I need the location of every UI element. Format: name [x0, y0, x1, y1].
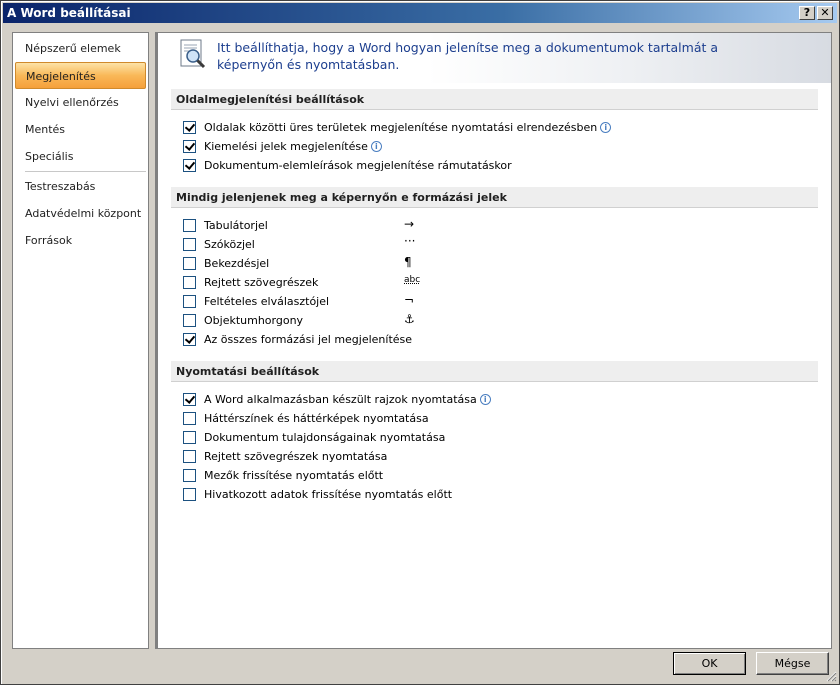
checkbox[interactable] [183, 487, 196, 501]
panel-header: Itt beállíthatja, hogy a Word hogyan jel… [158, 33, 831, 83]
info-icon: i [479, 393, 491, 405]
settings-panel: Itt beállíthatja, hogy a Word hogyan jel… [155, 32, 832, 649]
option-label: Dokumentum-elemleírások megjelenítése rá… [204, 158, 512, 172]
option-label: Objektumhorgony [204, 313, 304, 327]
checkbox[interactable] [183, 313, 196, 327]
option-space-mark[interactable]: Szóközjel [183, 235, 255, 253]
window-title: A Word beállításai [7, 6, 131, 20]
close-button[interactable]: ✕ [817, 6, 833, 20]
option-label: Feltételes elválasztójel [204, 294, 330, 308]
checkbox[interactable] [183, 430, 196, 444]
option-label: Mezők frissítése nyomtatás előtt [204, 468, 384, 482]
sidebar-item-forrasok[interactable]: Források [13, 227, 148, 254]
checkbox[interactable] [183, 158, 196, 172]
sidebar-item-mentes[interactable]: Mentés [13, 116, 148, 143]
checkbox[interactable] [183, 332, 196, 346]
option-print-hidden-text[interactable]: Rejtett szövegrészek nyomtatása [183, 447, 387, 465]
sidebar: Népszerű elemek Megjelenítés Nyelvi elle… [12, 32, 149, 649]
option-label: Szóközjel [204, 237, 255, 251]
options-dialog: A Word beállításai ? ✕ Népszerű elemek M… [0, 0, 840, 685]
checkbox[interactable] [183, 275, 196, 289]
option-label: A Word alkalmazásban készült rajzok nyom… [204, 392, 477, 406]
section-title-page-display: Oldalmegjelenítési beállítások [171, 89, 818, 110]
ok-button[interactable]: OK [673, 652, 746, 675]
magnifier-page-icon [180, 39, 206, 69]
option-all-marks[interactable]: Az összes formázási jel megjelenítése [183, 330, 412, 348]
checkbox[interactable] [183, 218, 196, 232]
resize-grip-icon[interactable] [825, 670, 837, 682]
cancel-button[interactable]: Mégse [756, 652, 829, 675]
option-label: Oldalak közötti üres területek megjelení… [204, 120, 598, 134]
checkbox[interactable] [183, 294, 196, 308]
checkbox[interactable] [183, 237, 196, 251]
option-whitespace[interactable]: Oldalak közötti üres területek megjelení… [183, 118, 612, 136]
option-update-linked-data[interactable]: Hivatkozott adatok frissítése nyomtatás … [183, 485, 452, 503]
option-paragraph-mark[interactable]: Bekezdésjel [183, 254, 269, 272]
checkbox[interactable] [183, 411, 196, 425]
option-tab-mark[interactable]: Tabulátorjel [183, 216, 268, 234]
help-button[interactable]: ? [799, 6, 815, 20]
option-label: Kiemelési jelek megjelenítése [204, 139, 368, 153]
anchor-icon: ⚓ [404, 312, 415, 326]
checkbox[interactable] [183, 449, 196, 463]
section-title-printing: Nyomtatási beállítások [171, 361, 818, 382]
checkbox[interactable] [183, 256, 196, 270]
sidebar-item-adatvedelmi[interactable]: Adatvédelmi központ [13, 200, 148, 227]
hidden-text-icon: abc [404, 275, 421, 285]
not-sign-icon: ¬ [404, 293, 415, 307]
option-hidden-text[interactable]: Rejtett szövegrészek [183, 273, 318, 291]
option-optional-hyphen[interactable]: Feltételes elválasztójel [183, 292, 329, 310]
pilcrow-icon: ¶ [404, 255, 412, 269]
title-bar: A Word beállításai ? ✕ [3, 3, 837, 23]
info-icon: i [600, 121, 612, 133]
sidebar-item-nyelvi[interactable]: Nyelvi ellenőrzés [13, 89, 148, 116]
section-title-formatting-marks: Mindig jelenjenek meg a képernyőn e form… [171, 187, 818, 208]
option-label: Hivatkozott adatok frissítése nyomtatás … [204, 487, 453, 501]
checkbox[interactable] [183, 392, 196, 406]
option-label: Tabulátorjel [204, 218, 268, 232]
option-tooltips[interactable]: Dokumentum-elemleírások megjelenítése rá… [183, 156, 512, 174]
option-print-background[interactable]: Háttérszínek és háttérképek nyomtatása [183, 409, 429, 427]
sidebar-item-megjelenites[interactable]: Megjelenítés [15, 62, 146, 89]
sidebar-item-nepszeru[interactable]: Népszerű elemek [13, 35, 148, 62]
option-print-properties[interactable]: Dokumentum tulajdonságainak nyomtatása [183, 428, 445, 446]
option-label: Rejtett szövegrészek nyomtatása [204, 449, 388, 463]
option-label: Háttérszínek és háttérképek nyomtatása [204, 411, 429, 425]
option-update-fields[interactable]: Mezők frissítése nyomtatás előtt [183, 466, 383, 484]
option-label: Az összes formázási jel megjelenítése [204, 332, 413, 346]
option-label: Rejtett szövegrészek [204, 275, 319, 289]
option-label: Bekezdésjel [204, 256, 270, 270]
checkbox[interactable] [183, 120, 196, 134]
header-description: Itt beállíthatja, hogy a Word hogyan jel… [217, 40, 719, 72]
sidebar-divider [25, 171, 146, 172]
sidebar-item-specialis[interactable]: Speciális [13, 143, 148, 170]
option-print-drawings[interactable]: A Word alkalmazásban készült rajzok nyom… [183, 390, 491, 408]
checkbox[interactable] [183, 139, 196, 153]
info-icon: i [370, 140, 382, 152]
checkbox[interactable] [183, 468, 196, 482]
option-label: Dokumentum tulajdonságainak nyomtatása [204, 430, 446, 444]
option-highlighter-marks[interactable]: Kiemelési jelek megjelenítése i [183, 137, 382, 155]
tab-mark-icon: → [404, 217, 415, 231]
sidebar-item-testreszabas[interactable]: Testreszabás [13, 173, 148, 200]
option-object-anchor[interactable]: Objektumhorgony [183, 311, 303, 329]
space-mark-icon: ··· [404, 234, 416, 248]
